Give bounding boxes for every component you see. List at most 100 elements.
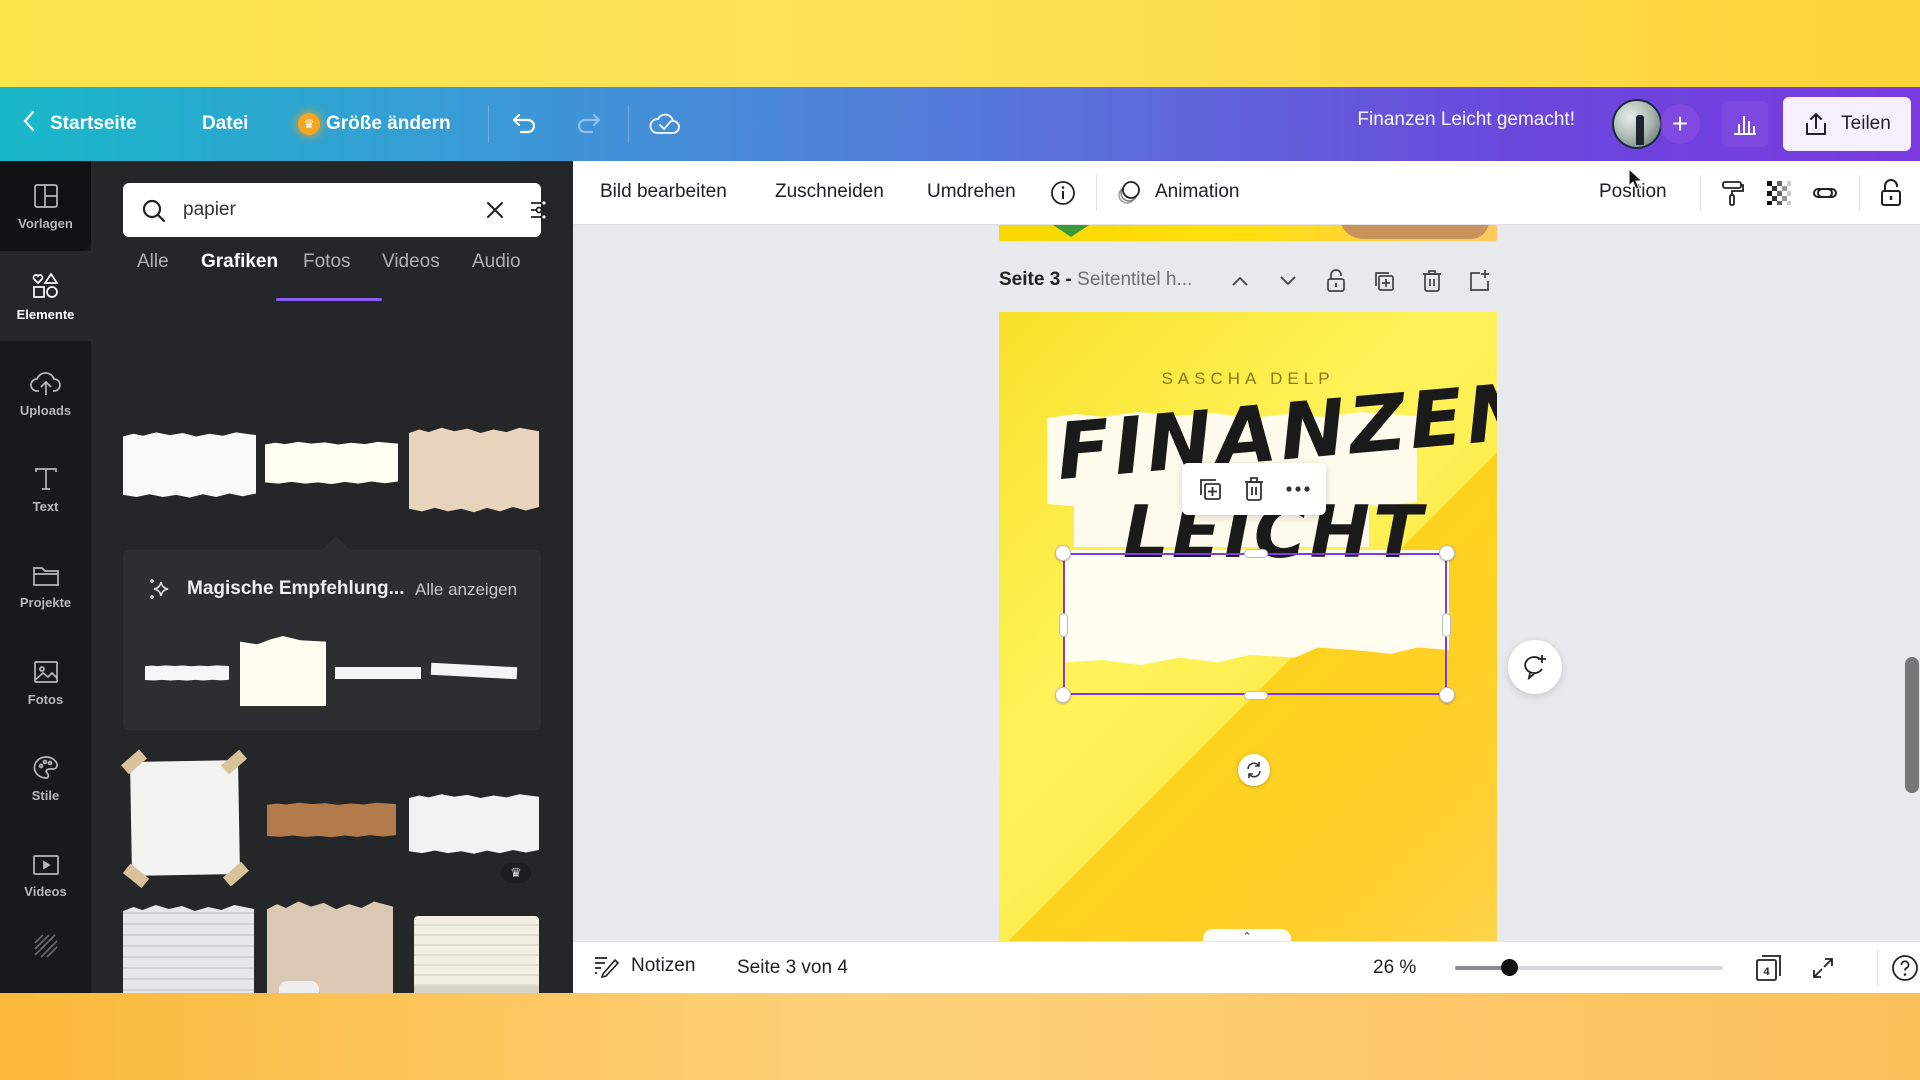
add-collaborator-button[interactable]: + (1660, 104, 1700, 144)
recommendation-thumbnail[interactable] (430, 662, 518, 680)
sidebar-item-elements[interactable]: Elemente (0, 251, 91, 341)
tab-all[interactable]: Alle (137, 251, 169, 273)
move-page-up-button[interactable] (1224, 265, 1256, 297)
save-status-button[interactable] (647, 106, 683, 142)
graphic-thumbnail[interactable] (279, 981, 319, 993)
resize-handle-top-left[interactable] (1055, 545, 1071, 561)
add-comment-button[interactable] (1508, 640, 1562, 694)
zoom-slider[interactable] (1455, 959, 1723, 976)
lock-button[interactable] (1875, 177, 1907, 209)
info-icon (1051, 181, 1075, 205)
sidebar-item-more[interactable] (0, 916, 91, 976)
resize-handle-top-right[interactable] (1439, 545, 1455, 561)
editor-window: Startseite Datei ♛ Größe ändern Finanzen… (0, 87, 1920, 993)
graphic-thumbnail[interactable] (409, 794, 539, 854)
flip-button[interactable]: Umdrehen (927, 181, 1016, 203)
add-page-button[interactable] (1464, 265, 1496, 297)
zoom-slider-knob[interactable] (1500, 959, 1518, 976)
previous-page-graphic (1339, 225, 1489, 239)
sidebar-item-videos[interactable]: Videos (0, 830, 91, 920)
previous-page[interactable] (999, 225, 1497, 241)
recommendation-thumbnail[interactable] (240, 636, 326, 706)
selection-box[interactable] (1063, 553, 1447, 695)
more-icon (1286, 486, 1310, 492)
graphic-thumbnail[interactable] (267, 901, 393, 993)
graphic-thumbnail[interactable] (121, 749, 249, 889)
file-label: Datei (202, 113, 249, 134)
duplicate-element-button[interactable] (1193, 472, 1227, 506)
resize-button[interactable]: ♛ Größe ändern (298, 109, 451, 139)
trash-icon (1245, 477, 1263, 501)
search-icon (142, 199, 166, 223)
share-button[interactable]: Teilen (1783, 97, 1911, 151)
file-menu-button[interactable]: Datei (202, 109, 248, 139)
clear-search-icon[interactable] (483, 198, 507, 222)
recommendation-thumbnail[interactable] (335, 667, 421, 679)
vertical-scrollbar[interactable] (1905, 657, 1919, 793)
help-button[interactable] (1889, 952, 1920, 984)
tab-graphics[interactable]: Grafiken (201, 251, 278, 273)
tape-corner (122, 863, 150, 889)
home-button[interactable]: Startseite (22, 109, 137, 139)
expand-icon (1813, 958, 1833, 978)
link-button[interactable] (1809, 177, 1841, 209)
crop-button[interactable]: Zuschneiden (775, 181, 884, 203)
edit-image-button[interactable]: Bild bearbeiten (600, 181, 727, 203)
delete-element-button[interactable] (1237, 472, 1271, 506)
animation-button[interactable]: Animation (1155, 181, 1240, 203)
undo-button[interactable] (507, 106, 543, 142)
search-input[interactable] (183, 193, 453, 227)
resize-handle-bottom-right[interactable] (1439, 687, 1455, 703)
rotate-handle[interactable] (1238, 754, 1270, 786)
info-button[interactable] (1047, 177, 1079, 209)
resize-handle-left[interactable] (1059, 613, 1068, 637)
graphic-thumbnail[interactable] (265, 441, 398, 485)
design-page[interactable]: SASCHA DELP FINANZEN LEICHT (999, 312, 1497, 941)
sidebar-item-projects[interactable]: Projekte (0, 541, 91, 631)
sidebar-item-photos[interactable]: Fotos (0, 637, 91, 727)
resize-handle-right[interactable] (1442, 613, 1451, 637)
filter-icon[interactable] (529, 198, 555, 222)
redo-button[interactable] (570, 106, 606, 142)
zoom-level[interactable]: 26 % (1373, 957, 1416, 979)
unlock-icon (1881, 179, 1901, 206)
design-title[interactable]: Finanzen Leicht gemacht! (1357, 109, 1575, 131)
graphic-thumbnail[interactable] (123, 905, 254, 993)
graphic-thumbnail[interactable] (123, 432, 256, 498)
sidebar-item-text[interactable]: Text (0, 444, 91, 534)
fullscreen-button[interactable] (1807, 952, 1839, 984)
transparency-button[interactable] (1763, 177, 1795, 209)
notes-button[interactable]: Notizen (593, 954, 695, 978)
page-grid-button[interactable]: 4 (1753, 952, 1785, 984)
top-bar: Startseite Datei ♛ Größe ändern Finanzen… (0, 87, 1920, 161)
insights-button[interactable] (1722, 101, 1768, 147)
sidebar-item-styles[interactable]: Stile (0, 733, 91, 823)
resize-handle-bottom-left[interactable] (1055, 687, 1071, 703)
move-page-down-button[interactable] (1272, 265, 1304, 297)
recommendation-thumbnail[interactable] (145, 665, 229, 681)
tab-videos[interactable]: Videos (382, 251, 440, 273)
graphic-thumbnail[interactable] (409, 427, 539, 513)
delete-page-button[interactable] (1416, 265, 1448, 297)
resize-handle-top[interactable] (1244, 549, 1268, 558)
resize-handle-bottom[interactable] (1244, 691, 1268, 700)
show-pages-button[interactable]: ⌃ (1203, 929, 1291, 941)
more-options-button[interactable] (1281, 472, 1315, 506)
copy-style-button[interactable] (1717, 177, 1749, 209)
sidebar-item-uploads[interactable]: Uploads (0, 348, 91, 438)
video-icon (32, 854, 59, 875)
chevron-left-icon (22, 110, 36, 138)
active-tab-indicator (276, 298, 382, 301)
tab-audio[interactable]: Audio (472, 251, 521, 273)
sidebar-item-templates[interactable]: Vorlagen (0, 161, 91, 251)
graphic-thumbnail[interactable] (414, 916, 539, 993)
graphic-thumbnail[interactable] (414, 986, 539, 993)
tab-photos[interactable]: Fotos (303, 251, 351, 273)
animation-icon-wrap[interactable] (1113, 177, 1145, 209)
page-title[interactable]: Seite 3 - Seitentitel h... (999, 269, 1192, 291)
duplicate-page-button[interactable] (1368, 265, 1400, 297)
graphic-thumbnail[interactable] (267, 802, 396, 838)
see-all-link[interactable]: Alle anzeigen (415, 580, 517, 600)
lock-page-button[interactable] (1320, 265, 1352, 297)
avatar[interactable] (1612, 99, 1662, 149)
